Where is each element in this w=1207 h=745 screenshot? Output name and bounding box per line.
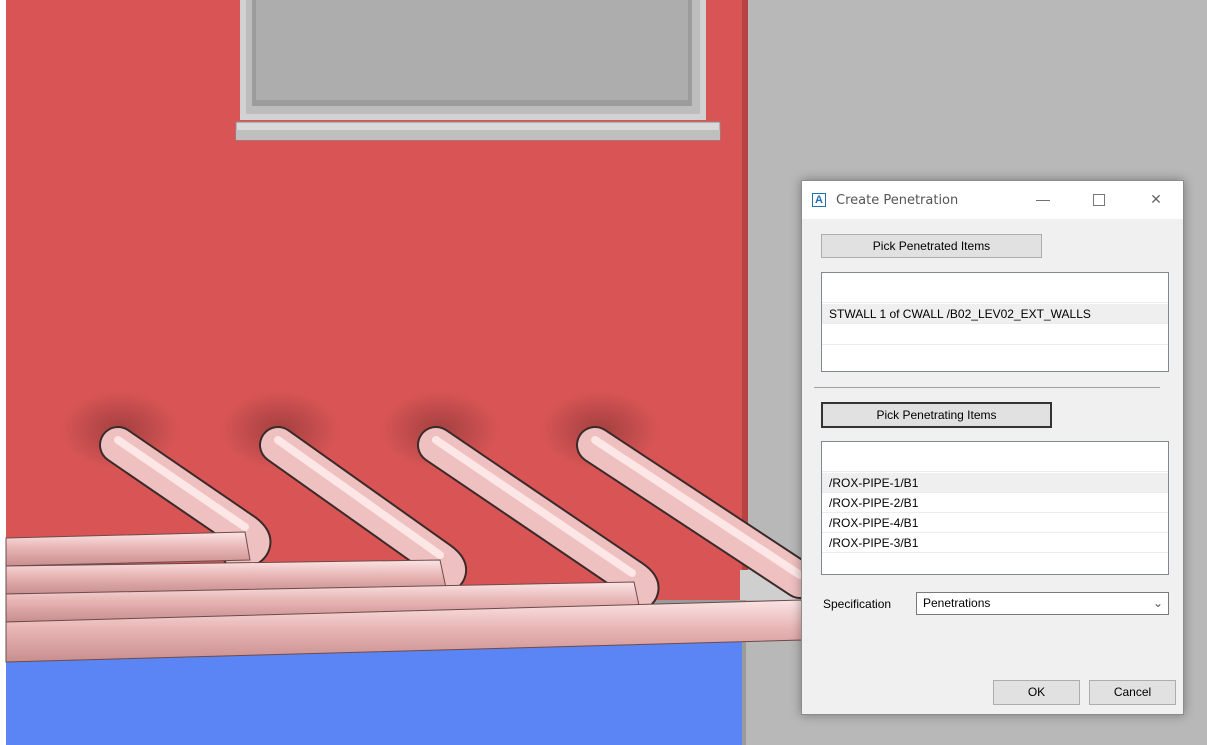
maximize-icon xyxy=(1093,194,1105,207)
list-item[interactable]: /ROX-PIPE-4/B1 xyxy=(822,513,1168,533)
list-item[interactable] xyxy=(822,283,1168,303)
list-item[interactable]: /ROX-PIPE-3/B1 xyxy=(822,533,1168,553)
specification-select[interactable]: Penetrations ⌄ xyxy=(916,592,1169,615)
wall-edge xyxy=(742,0,748,600)
maximize-button[interactable] xyxy=(1084,187,1114,211)
ok-button[interactable]: OK xyxy=(993,680,1080,705)
dialog-title: Create Penetration xyxy=(836,193,959,208)
specification-value: Penetrations xyxy=(923,596,991,610)
list-item[interactable] xyxy=(822,452,1168,472)
list-item[interactable] xyxy=(822,325,1168,345)
penetrated-items-list[interactable]: STWALL 1 of CWALL /B02_LEV02_EXT_WALLS xyxy=(821,272,1169,372)
pick-penetrated-items-button[interactable]: Pick Penetrated Items xyxy=(821,234,1042,258)
chevron-down-icon: ⌄ xyxy=(1152,596,1163,610)
cancel-button[interactable]: Cancel xyxy=(1089,680,1176,705)
window[interactable] xyxy=(235,0,721,141)
penetrating-items-list[interactable]: /ROX-PIPE-1/B1 /ROX-PIPE-2/B1 /ROX-PIPE-… xyxy=(821,441,1169,575)
list-item[interactable]: /ROX-PIPE-2/B1 xyxy=(822,493,1168,513)
list-item[interactable] xyxy=(822,553,1168,573)
specification-label: Specification xyxy=(823,597,892,611)
close-button[interactable]: ✕ xyxy=(1141,187,1171,211)
list-item[interactable]: STWALL 1 of CWALL /B02_LEV02_EXT_WALLS xyxy=(822,304,1168,324)
section-divider xyxy=(814,387,1160,388)
pick-penetrating-items-button[interactable]: Pick Penetrating Items xyxy=(821,402,1052,428)
aveva-app-icon: A xyxy=(812,193,826,207)
list-item[interactable]: /ROX-PIPE-1/B1 xyxy=(822,473,1168,493)
title-bar[interactable]: A Create Penetration — ✕ xyxy=(802,181,1183,219)
minimize-button[interactable]: — xyxy=(1028,187,1058,211)
create-penetration-dialog[interactable]: A Create Penetration — ✕ Pick Penetrated… xyxy=(801,180,1184,715)
frame-left xyxy=(0,0,6,745)
